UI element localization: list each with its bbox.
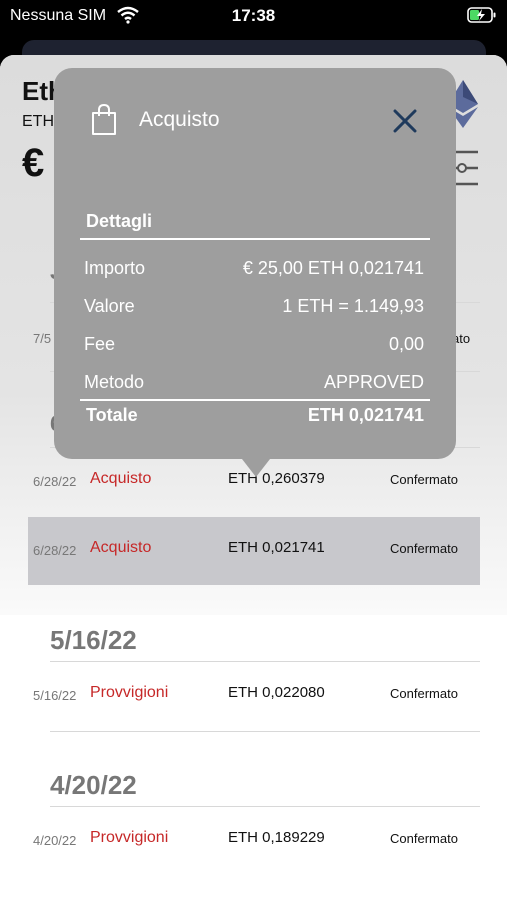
divider bbox=[50, 731, 480, 732]
clock: 17:38 bbox=[231, 6, 276, 25]
close-icon[interactable] bbox=[390, 106, 420, 141]
transaction-date: 6/28/22 bbox=[33, 474, 77, 489]
transaction-row-selected[interactable]: 6/28/22 Acquisto ETH 0,021741 Confermato bbox=[28, 517, 480, 585]
transaction-type: Provvigioni bbox=[90, 684, 169, 701]
details-section-title: Dettagli bbox=[86, 211, 153, 231]
transaction-type: Acquisto bbox=[90, 470, 152, 487]
detail-value: 0,00 bbox=[388, 334, 424, 354]
transaction-date: 4/20/22 bbox=[33, 833, 77, 848]
transaction-status: Confermato bbox=[390, 686, 458, 701]
date-group-header: 4/20/22 bbox=[50, 770, 137, 800]
detail-value: APPROVED bbox=[323, 372, 424, 392]
coin-symbol: ETH bbox=[22, 113, 54, 130]
total-divider bbox=[80, 399, 430, 401]
status-bar: Nessuna SIM 17:38 bbox=[0, 0, 507, 32]
transaction-date: 5/16/22 bbox=[33, 688, 77, 703]
transaction-date: 6/28/22 bbox=[33, 543, 77, 558]
transaction-amount: ETH 0,021741 bbox=[228, 539, 325, 556]
popover-arrow bbox=[242, 459, 270, 477]
transaction-type: Provvigioni bbox=[90, 829, 169, 846]
transaction-status: Confermato bbox=[390, 472, 458, 487]
transaction-detail-popover: Acquisto Dettagli Importo € 25,00 ETH 0,… bbox=[54, 68, 456, 459]
transaction-status: Confermato bbox=[390, 541, 458, 556]
transaction-row[interactable]: 4/20/22 Provvigioni ETH 0,189229 Conferm… bbox=[28, 807, 480, 875]
detail-label: Metodo bbox=[84, 372, 145, 392]
total-label: Totale bbox=[86, 405, 138, 425]
battery-charging-icon bbox=[467, 6, 497, 29]
shopping-bag-icon bbox=[90, 103, 118, 141]
detail-label: Valore bbox=[84, 296, 135, 316]
transaction-amount: ETH 0,189229 bbox=[228, 829, 325, 846]
popover-title: Acquisto bbox=[139, 108, 220, 131]
detail-value: € 25,00 ETH 0,021741 bbox=[242, 258, 424, 278]
date-group-header: 5/16/22 bbox=[50, 625, 137, 655]
transaction-status: Confermato bbox=[390, 831, 458, 846]
details-divider bbox=[80, 238, 430, 240]
coin-balance: € bbox=[22, 141, 45, 185]
detail-label: Importo bbox=[84, 258, 146, 278]
total-value: ETH 0,021741 bbox=[307, 405, 424, 425]
transaction-type: Acquisto bbox=[90, 539, 152, 556]
transaction-date-partial: 7/5 bbox=[33, 331, 52, 346]
detail-label: Fee bbox=[84, 334, 116, 354]
transaction-row[interactable]: 5/16/22 Provvigioni ETH 0,022080 Conferm… bbox=[28, 662, 480, 730]
detail-value: 1 ETH = 1.149,93 bbox=[282, 296, 424, 316]
transaction-amount: ETH 0,022080 bbox=[228, 684, 325, 701]
